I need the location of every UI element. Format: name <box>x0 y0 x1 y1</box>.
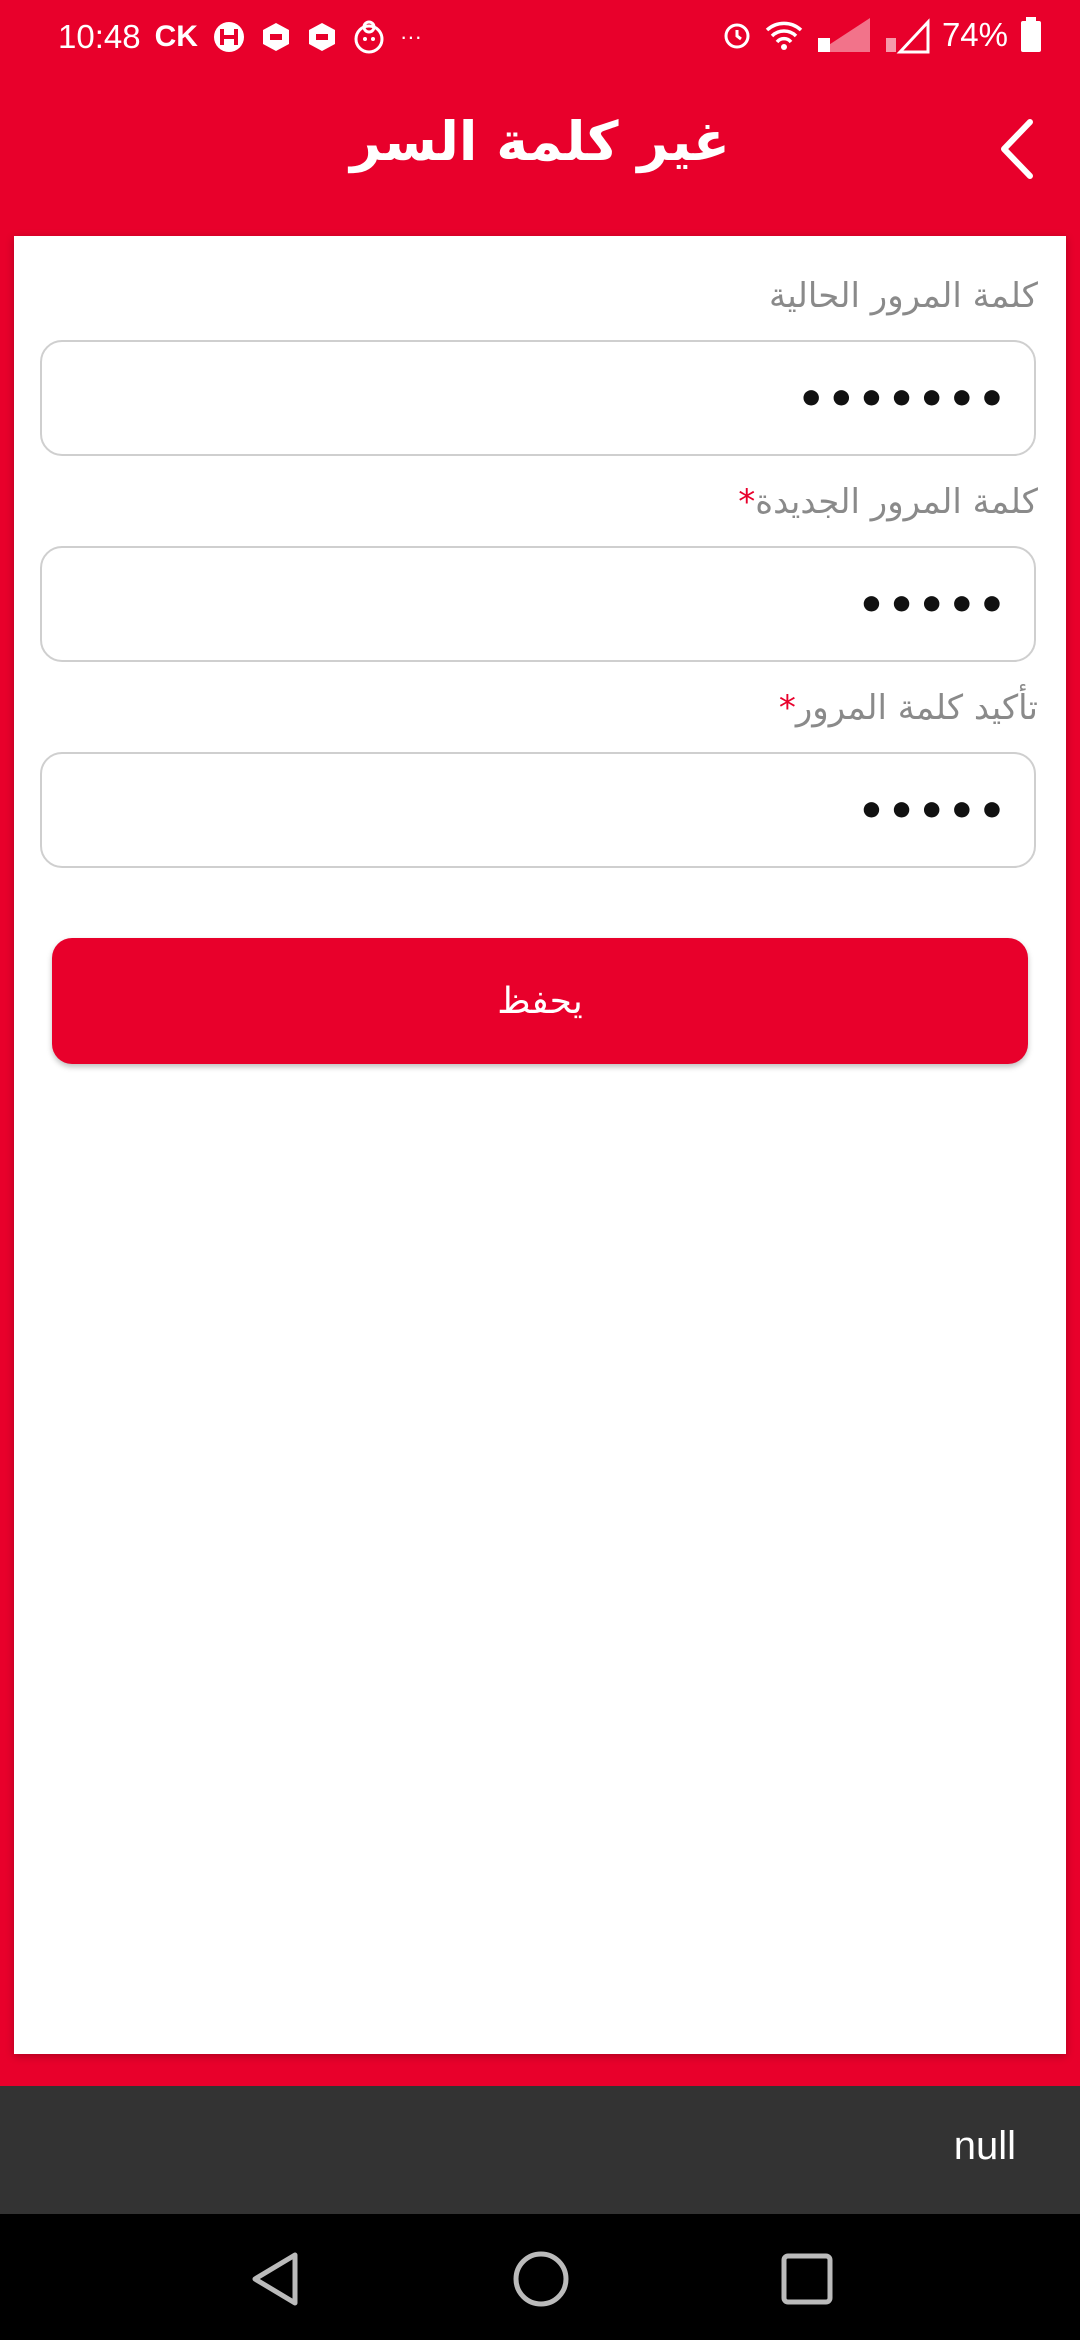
baby-icon <box>352 20 386 54</box>
battery-icon <box>1020 17 1042 53</box>
hospital-icon <box>212 20 246 54</box>
required-asterisk: * <box>738 482 756 522</box>
app-bar: غير كلمة السر <box>0 76 1080 222</box>
new-password-value: ••••• <box>857 580 1008 631</box>
battery-percent: 74% <box>941 16 1008 53</box>
signal-sim2-icon <box>884 16 930 54</box>
page-title: غير كلمة السر <box>350 110 730 173</box>
app-notification-icon <box>260 21 292 53</box>
confirm-password-label: تأكيد كلمة المرور* <box>778 688 1038 728</box>
system-nav-bar <box>0 2214 1080 2340</box>
confirm-password-field[interactable]: ••••• <box>40 752 1036 868</box>
status-time: 10:48 <box>58 18 141 55</box>
alarm-icon <box>722 20 752 50</box>
snackbar-text: null <box>953 2124 1016 2168</box>
square-recents-icon <box>781 2253 833 2305</box>
wifi-icon <box>764 19 804 51</box>
nav-back-button[interactable] <box>240 2244 310 2314</box>
snackbar: null <box>0 2086 1080 2214</box>
current-password-field[interactable]: ••••••• <box>40 340 1036 456</box>
new-password-field[interactable]: ••••• <box>40 546 1036 662</box>
confirm-password-value: ••••• <box>857 786 1008 837</box>
more-notifications-icon: ··· <box>399 24 422 49</box>
nav-recents-button[interactable] <box>772 2244 842 2314</box>
change-password-card: كلمة المرور الحالية ••••••• كلمة المرور … <box>14 236 1066 2054</box>
status-bar: 10:48 CK ··· 74% <box>0 0 1080 76</box>
required-asterisk: * <box>778 688 796 728</box>
save-button[interactable]: يحفظ <box>52 938 1028 1064</box>
nav-home-button[interactable] <box>506 2244 576 2314</box>
app-notification-icon <box>306 21 338 53</box>
new-password-label: كلمة المرور الجديدة* <box>738 482 1038 522</box>
back-button[interactable] <box>982 114 1052 184</box>
status-right: 74% <box>722 16 1042 54</box>
chevron-left-icon <box>1001 119 1033 179</box>
signal-sim1-icon <box>816 16 872 54</box>
status-left: 10:48 CK ··· <box>58 18 422 56</box>
triangle-back-icon <box>252 2252 298 2306</box>
current-password-label: كلمة المرور الحالية <box>769 276 1038 316</box>
carrier-label: CK <box>154 20 198 53</box>
current-password-value: ••••••• <box>797 374 1008 425</box>
circle-home-icon <box>513 2251 569 2307</box>
